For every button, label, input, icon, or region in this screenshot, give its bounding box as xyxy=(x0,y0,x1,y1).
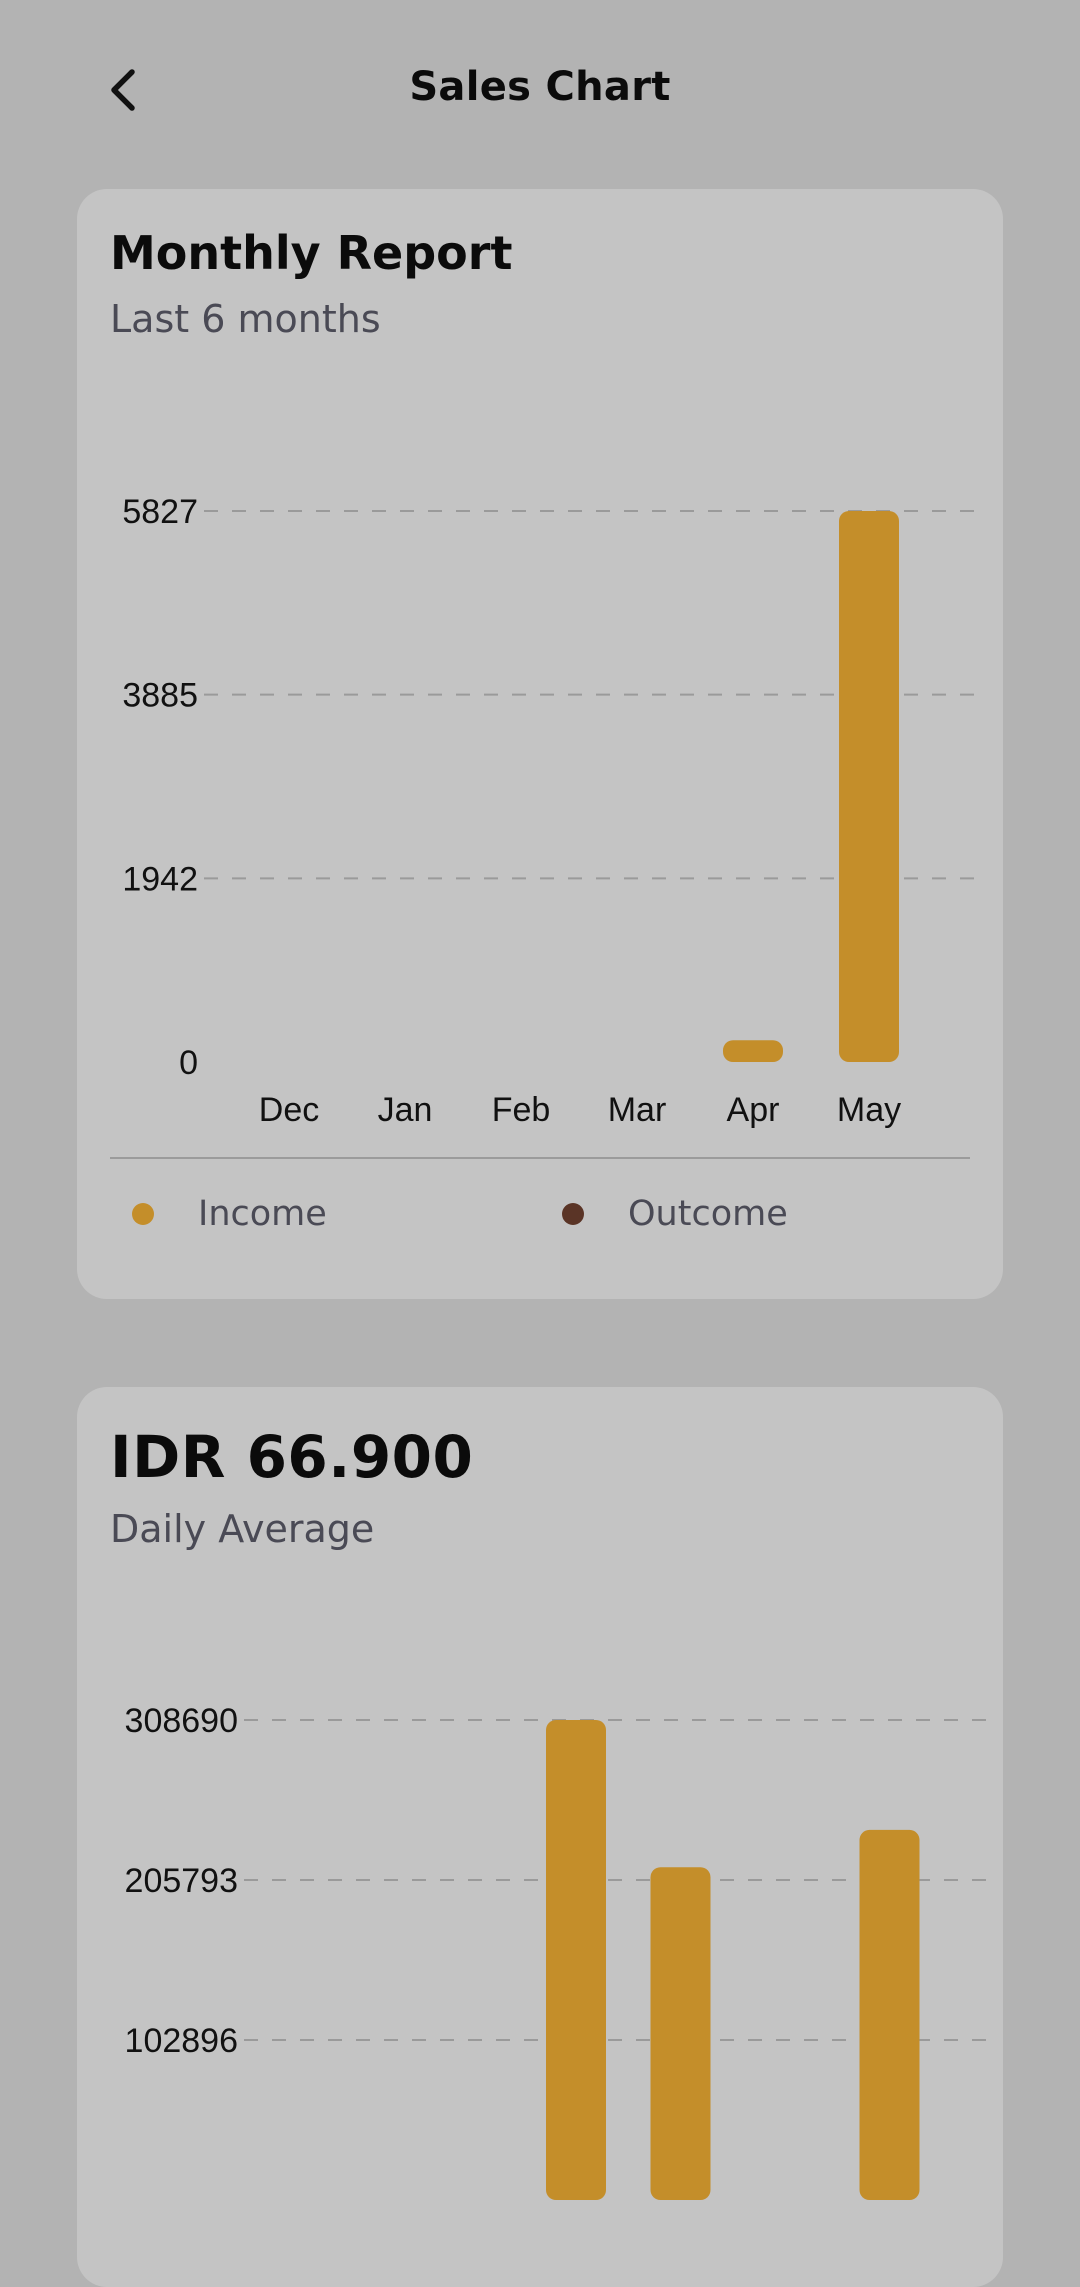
y-tick-label: 102896 xyxy=(125,2022,238,2060)
bar xyxy=(839,511,899,1062)
divider xyxy=(110,1157,970,1159)
legend-label-income: Income xyxy=(198,1194,327,1234)
y-tick-label: 205793 xyxy=(125,1862,238,1900)
x-tick-label: Dec xyxy=(259,1091,319,1129)
daily-bar-chart: 102896 205793 308690 xyxy=(125,1702,987,2200)
legend-item-income: Income xyxy=(132,1194,327,1234)
y-tick-label: 0 xyxy=(179,1044,198,1082)
daily-average-card: IDR 66.900 Daily Average 102896 205793 308… xyxy=(77,1387,1003,2287)
page-title: Sales Chart xyxy=(409,64,671,110)
x-tick-label: May xyxy=(837,1091,901,1129)
app-header: Sales Chart xyxy=(0,0,1080,185)
x-tick-label: Feb xyxy=(492,1091,551,1129)
y-tick-label: 308690 xyxy=(125,1702,238,1740)
monthly-bar-chart: 0 1942 3885 5827 Dec Jan Feb Mar Apr May xyxy=(122,493,980,1129)
legend-dot-income xyxy=(132,1203,154,1225)
legend-item-outcome: Outcome xyxy=(562,1194,788,1234)
bar xyxy=(546,1720,606,2200)
x-tick-label: Apr xyxy=(727,1091,780,1129)
bar xyxy=(859,1829,920,2200)
bar xyxy=(650,1867,711,2200)
x-tick-label: Mar xyxy=(608,1091,667,1129)
bar xyxy=(723,1040,783,1062)
y-tick-label: 3885 xyxy=(122,677,198,715)
y-tick-label: 5827 xyxy=(122,493,198,531)
x-tick-label: Jan xyxy=(378,1091,433,1129)
legend-dot-outcome xyxy=(562,1203,584,1225)
y-tick-label: 1942 xyxy=(122,860,198,898)
legend-label-outcome: Outcome xyxy=(628,1194,788,1234)
monthly-report-card: Monthly Report Last 6 months 0 1942 3885 58… xyxy=(77,189,1003,1299)
